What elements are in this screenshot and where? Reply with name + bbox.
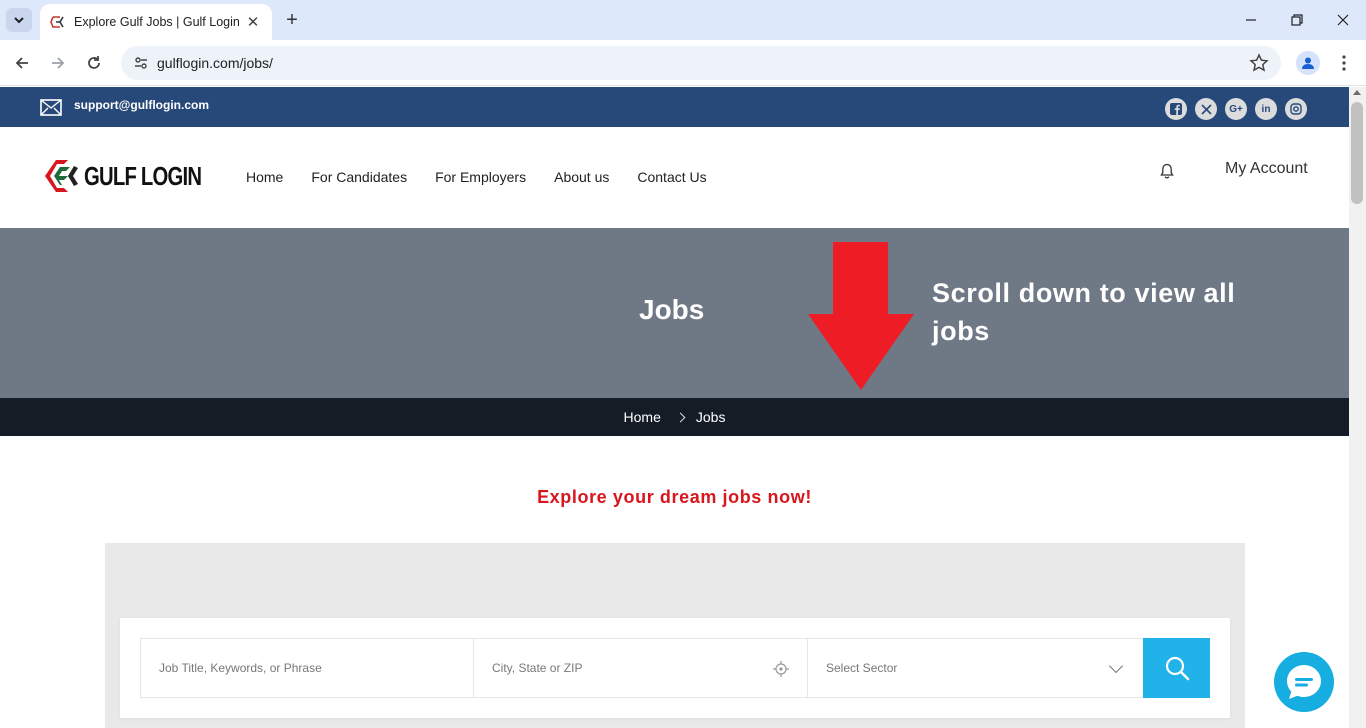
chat-bubble-icon (1287, 665, 1321, 699)
facebook-icon[interactable] (1165, 98, 1187, 120)
logo-text: GULF LOGIN (84, 160, 202, 191)
browser-toolbar: gulflogin.com/jobs/ (0, 40, 1366, 86)
tab-search-button[interactable] (6, 8, 32, 32)
url-text: gulflogin.com/jobs/ (157, 55, 273, 71)
envelope-icon (40, 99, 62, 116)
page-viewport: support@gulflogin.com G+ in GULF LOGIN H… (0, 87, 1349, 728)
scrollbar-thumb[interactable] (1351, 102, 1363, 204)
nav-contact-us[interactable]: Contact Us (637, 169, 706, 185)
chevron-down-icon (14, 17, 24, 24)
section-headline: Explore your dream jobs now! (537, 487, 812, 507)
search-icon (1165, 656, 1189, 681)
close-window-icon[interactable] (1328, 8, 1358, 32)
locate-me-icon[interactable] (773, 661, 789, 677)
location-placeholder: City, State or ZIP (492, 661, 583, 675)
site-settings-icon[interactable] (129, 51, 153, 75)
nav-about-us[interactable]: About us (554, 169, 609, 185)
chevron-right-icon (675, 412, 686, 422)
profile-avatar-icon[interactable] (1296, 51, 1320, 75)
main-navigation: Home For Candidates For Employers About … (246, 169, 735, 185)
nav-for-employers[interactable]: For Employers (435, 169, 526, 185)
search-button[interactable] (1143, 638, 1210, 698)
breadcrumb: Home Jobs (0, 398, 1349, 436)
minimize-icon[interactable] (1236, 8, 1266, 32)
address-bar[interactable]: gulflogin.com/jobs/ (121, 46, 1281, 80)
red-down-arrow-annotation (808, 242, 914, 390)
page-hero-banner: Jobs Scroll down to view all jobs (0, 228, 1349, 398)
browser-menu-icon[interactable] (1332, 51, 1356, 75)
keyword-placeholder: Job Title, Keywords, or Phrase (159, 661, 322, 675)
my-account-link[interactable]: My Account (1225, 160, 1308, 178)
gulf-login-logo[interactable]: GULF LOGIN (42, 158, 234, 194)
chevron-down-icon (1108, 658, 1124, 674)
site-header: GULF LOGIN Home For Candidates For Emplo… (0, 127, 1349, 228)
back-icon[interactable] (9, 50, 35, 76)
instagram-icon[interactable] (1285, 98, 1307, 120)
breadcrumb-current: Jobs (695, 409, 726, 425)
job-search-form: Job Title, Keywords, or Phrase City, Sta… (120, 618, 1230, 718)
browser-tab-active[interactable]: Explore Gulf Jobs | Gulf Login ✕ (40, 4, 272, 40)
sector-select[interactable]: Select Sector (807, 638, 1144, 698)
notification-bell-icon[interactable] (1158, 162, 1176, 180)
social-links: G+ in (1165, 98, 1307, 120)
page-title: Jobs (639, 294, 705, 325)
site-favicon-icon (50, 14, 66, 30)
linkedin-icon[interactable]: in (1255, 98, 1277, 120)
job-search-section: Job Title, Keywords, or Phrase City, Sta… (105, 543, 1245, 728)
contact-topbar: support@gulflogin.com G+ in (0, 87, 1349, 127)
tab-title: Explore Gulf Jobs | Gulf Login (74, 15, 240, 29)
scroll-down-annotation: Scroll down to view all jobs (932, 278, 1236, 346)
gulf-login-logo-mark-icon (45, 160, 78, 192)
location-input[interactable]: City, State or ZIP (473, 638, 808, 698)
new-tab-icon[interactable]: + (280, 8, 304, 32)
breadcrumb-home[interactable]: Home (624, 409, 661, 425)
page-scrollbar[interactable] (1349, 87, 1366, 728)
x-icon[interactable] (1195, 98, 1217, 120)
nav-home[interactable]: Home (246, 169, 283, 185)
browser-tabstrip: Explore Gulf Jobs | Gulf Login ✕ + (0, 0, 1366, 40)
nav-for-candidates[interactable]: For Candidates (311, 169, 407, 185)
forward-icon[interactable] (45, 50, 71, 76)
support-email-link[interactable]: support@gulflogin.com (74, 98, 209, 112)
reload-icon[interactable] (81, 50, 107, 76)
restore-icon[interactable] (1282, 8, 1312, 32)
close-tab-icon[interactable]: ✕ (244, 13, 262, 31)
scroll-up-icon[interactable] (1353, 90, 1361, 95)
sector-placeholder: Select Sector (826, 661, 898, 675)
keyword-input[interactable]: Job Title, Keywords, or Phrase (140, 638, 474, 698)
bookmark-star-icon[interactable] (1249, 53, 1269, 73)
live-chat-button[interactable] (1274, 652, 1334, 712)
google-plus-icon[interactable]: G+ (1225, 98, 1247, 120)
